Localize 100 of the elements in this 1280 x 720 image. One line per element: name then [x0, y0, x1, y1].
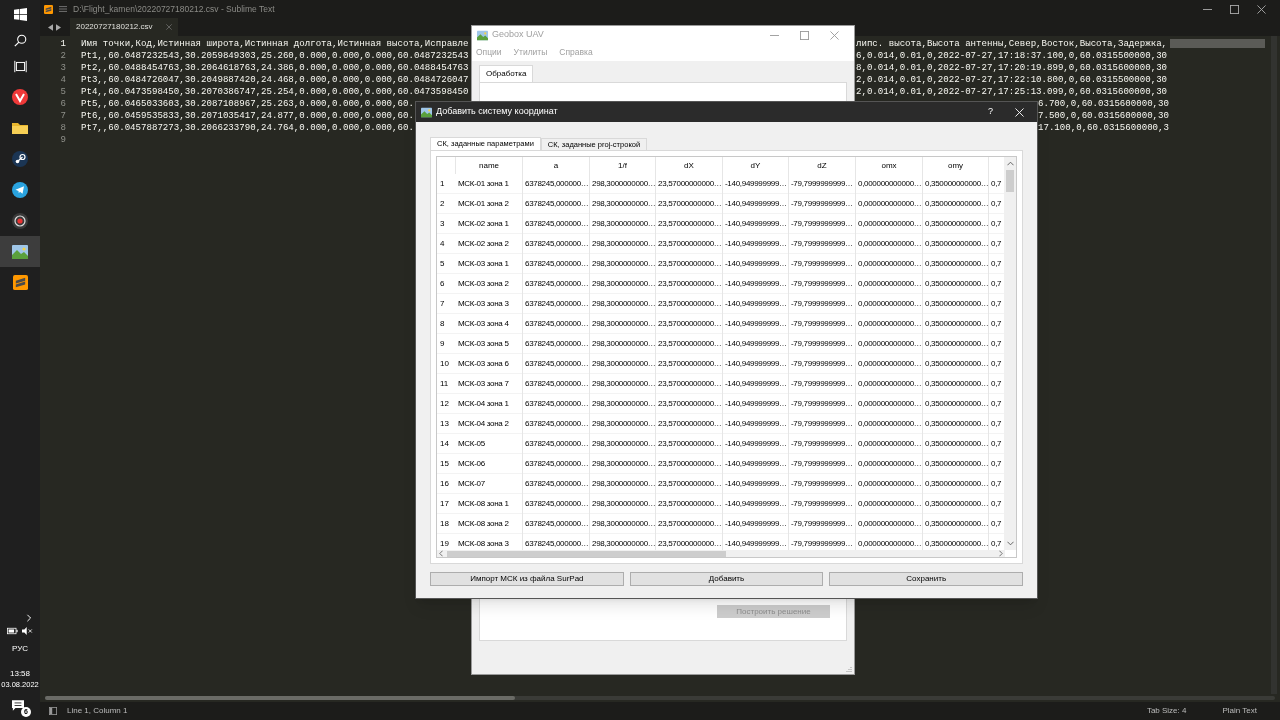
table-cell: 298,3000000000… [590, 354, 656, 374]
table-cell: 23,57000000000… [656, 254, 723, 274]
scroll-up-icon[interactable] [1006, 161, 1014, 166]
right-arrow-icon[interactable] [56, 23, 61, 31]
scrollbar-thumb[interactable] [1006, 170, 1014, 192]
help-button[interactable]: ? [988, 105, 993, 119]
row-number: 12 [439, 398, 450, 410]
scrollbar[interactable] [1004, 157, 1016, 550]
code-line: 2,0.014,0.01,0,2022-07-27,17:25:13.099,0,60.0315600000,30 [856, 85, 1168, 99]
code-line: Pt3,,60.0484726047,30.2049887420,24.468,0.000,0.000,0.000,60.0484726047 [81, 73, 469, 87]
dialog-button[interactable]: Сохранить [829, 572, 1023, 586]
windows-icon[interactable] [13, 7, 27, 21]
table-cell: -140,949999999… [723, 234, 789, 254]
speaker-muted-icon[interactable] [22, 627, 33, 635]
stripes-logo-icon[interactable] [12, 275, 28, 290]
code-line: Имя точки,Код,Истинная широта,Истинная долгота,Истинная высота,Исправле [81, 37, 469, 51]
resize-grip-icon[interactable] [846, 666, 852, 672]
notification-icon[interactable] [12, 700, 24, 711]
table-cell: 298,3000000000… [590, 514, 656, 534]
table-cell: МСК-03 зона 1 [456, 254, 523, 274]
line-number: 1 [59, 37, 66, 51]
table-cell: 23,57000000000… [656, 514, 723, 534]
close-icon[interactable] [1257, 4, 1266, 14]
line-number: 2 [59, 49, 66, 63]
table-cell: 6378245,000000… [523, 194, 590, 214]
scrollbar-thumb[interactable] [45, 696, 515, 700]
language-indicator[interactable]: РУС [12, 643, 28, 655]
table-cell: 0,350000000000… [923, 334, 989, 354]
line-number: 9 [59, 133, 66, 147]
table-cell: -79,7999999999… [789, 254, 856, 274]
row-number: 2 [439, 198, 446, 210]
table-cell: МСК-07 [456, 474, 523, 494]
table-cell: -79,7999999999… [789, 474, 856, 494]
menu-icon[interactable] [59, 5, 67, 13]
table-cell: 0,000000000000… [856, 214, 923, 234]
record-icon[interactable] [12, 212, 28, 229]
table-cell: -79,7999999999… [789, 194, 856, 214]
code-line: 8,0.014,0.01,0,2022-07-27,17:20:19.899,0,60.0315600000,30 [856, 61, 1168, 75]
circle-logo-icon[interactable] [12, 88, 28, 105]
table-cell: 6378245,000000… [523, 354, 590, 374]
table-cell: -79,7999999999… [789, 274, 856, 294]
chevron-icon[interactable] [25, 614, 33, 622]
table-cell: МСК-01 зона 1 [456, 174, 523, 194]
syntax-selector[interactable]: Plain Text [1222, 705, 1257, 717]
row-number: 17 [439, 498, 450, 510]
sidebar-toggle-icon[interactable] [49, 707, 57, 715]
row-number: 18 [439, 518, 450, 530]
tab[interactable]: Обработка [479, 65, 534, 82]
scrollbar[interactable] [45, 696, 1275, 700]
table-cell: 0,350000000000… [923, 474, 989, 494]
table-cell: 6378245,000000… [523, 214, 590, 234]
dialog-title: Добавить систему координат [436, 105, 558, 119]
table-cell: МСК-03 зона 7 [456, 374, 523, 394]
taskbar-button[interactable] [0, 236, 40, 267]
scroll-down-icon[interactable] [1006, 541, 1014, 546]
table-cell: 0,000000000000… [856, 274, 923, 294]
table-cell: -79,7999999999… [789, 374, 856, 394]
maximize-icon[interactable] [1230, 4, 1239, 14]
table-cell: -140,949999999… [723, 414, 789, 434]
row-number: 3 [439, 218, 446, 230]
dialog-button[interactable]: Добавить [629, 572, 824, 586]
row-number: 13 [439, 418, 450, 430]
table-cell: -140,949999999… [723, 314, 789, 334]
table-cell: -140,949999999… [723, 374, 789, 394]
search-icon[interactable] [13, 33, 27, 47]
table-cell: 6378245,000000… [523, 474, 590, 494]
row-number: 8 [439, 318, 446, 330]
table-cell: -140,949999999… [723, 214, 789, 234]
row-number: 14 [439, 438, 450, 450]
left-arrow-icon[interactable] [48, 23, 53, 31]
table-cell: 23,57000000000… [656, 414, 723, 434]
clock-time[interactable]: 13:58 [10, 668, 30, 679]
line-number: 8 [59, 121, 66, 135]
table-cell: 23,57000000000… [656, 494, 723, 514]
table-cell: -79,7999999999… [789, 434, 856, 454]
battery-icon[interactable] [7, 627, 18, 635]
row-number: 10 [439, 358, 450, 370]
table-cell: МСК-04 зона 2 [456, 414, 523, 434]
dialog-button[interactable]: Импорт МСК из файла SurPad [430, 572, 624, 586]
tab-size-selector[interactable]: Tab Size: 4 [1146, 705, 1187, 717]
line-number: 6 [59, 97, 66, 111]
row-number: 5 [439, 258, 446, 270]
scrollbar-thumb[interactable] [447, 550, 726, 557]
table-cell: МСК-03 зона 6 [456, 354, 523, 374]
table-cell: 6378245,000000… [523, 334, 590, 354]
table-cell: 23,57000000000… [656, 274, 723, 294]
task-view-icon[interactable] [13, 59, 27, 73]
table-cell: 23,57000000000… [656, 194, 723, 214]
scrollbar[interactable] [437, 550, 1005, 557]
paper-plane-icon[interactable] [12, 181, 28, 198]
code-line: Pt5,,60.0465033603,30.2087108967,25.263,0.000,0.000,0.000,60. [81, 97, 414, 111]
table-cell: 23,57000000000… [656, 394, 723, 414]
table-cell: 0,000000000000… [856, 414, 923, 434]
table-cell: 23,57000000000… [656, 334, 723, 354]
cursor-position: Line 1, Column 1 [67, 705, 128, 717]
table-cell: 298,3000000000… [590, 334, 656, 354]
circle-logo-icon[interactable] [12, 150, 28, 167]
landscape-icon[interactable] [12, 243, 28, 260]
file-tab[interactable]: 20220727180212.csv [70, 18, 178, 36]
table-cell: -79,7999999999… [789, 314, 856, 334]
